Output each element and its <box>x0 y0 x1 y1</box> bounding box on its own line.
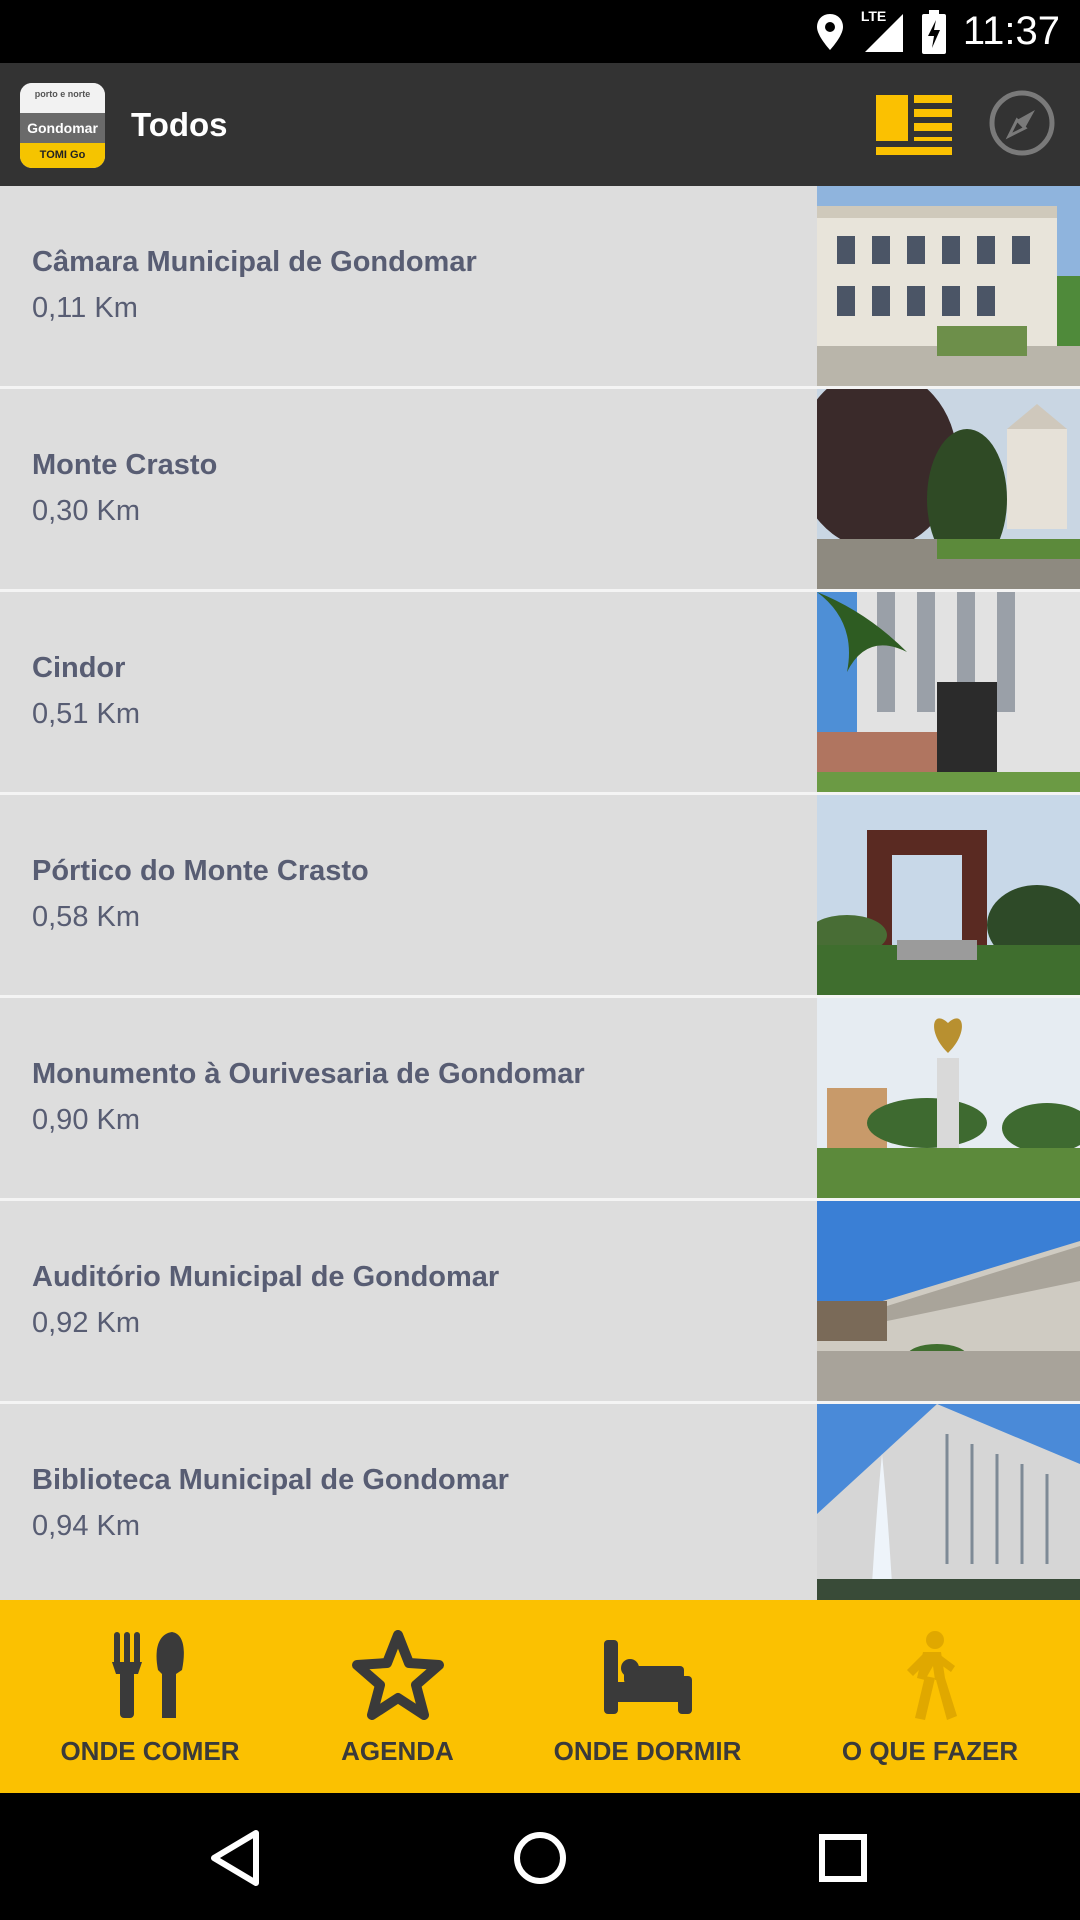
poi-distance: 0,11 Km <box>32 292 138 324</box>
nav-label: ONDE COMER <box>60 1736 240 1766</box>
nav-o-que-fazer[interactable]: O QUE FAZER <box>820 1600 1040 1793</box>
status-bar: LTE 11:37 <box>0 0 1080 63</box>
back-icon <box>211 1830 259 1886</box>
poi-list: Câmara Municipal de Gondomar 0,11 Km Mon… <box>0 186 1080 1600</box>
list-item[interactable]: Biblioteca Municipal de Gondomar 0,94 Km <box>0 1404 1080 1600</box>
list-view-icon <box>876 95 952 155</box>
poi-name: Cindor <box>32 652 126 684</box>
battery-charging-icon <box>921 9 946 54</box>
back-button[interactable] <box>192 1813 282 1903</box>
system-nav-bar <box>0 1793 1080 1920</box>
location-icon <box>816 13 843 50</box>
nav-label: O QUE FAZER <box>841 1736 1019 1766</box>
poi-distance: 0,51 Km <box>32 698 140 730</box>
compass-button[interactable] <box>987 88 1057 158</box>
poi-thumbnail <box>817 1404 1080 1600</box>
list-item[interactable]: Câmara Municipal de Gondomar 0,11 Km <box>0 186 1080 389</box>
poi-distance: 0,94 Km <box>32 1510 140 1542</box>
list-item[interactable]: Pórtico do Monte Crasto 0,58 Km <box>0 795 1080 998</box>
poi-name: Câmara Municipal de Gondomar <box>32 246 477 278</box>
poi-name: Biblioteca Municipal de Gondomar <box>32 1464 509 1496</box>
app-logo: porto e norte Gondomar TOMI Go <box>20 83 105 168</box>
list-item[interactable]: Monte Crasto 0,30 Km <box>0 389 1080 592</box>
network-type: LTE <box>860 7 887 24</box>
nav-label: AGENDA <box>341 1736 454 1766</box>
poi-name: Pórtico do Monte Crasto <box>32 855 369 887</box>
nav-label: ONDE DORMIR <box>553 1736 742 1766</box>
star-icon <box>351 1630 444 1720</box>
walking-person-icon <box>907 1631 957 1720</box>
recents-button[interactable] <box>798 1813 888 1903</box>
poi-distance: 0,92 Km <box>32 1307 140 1339</box>
poi-thumbnail <box>817 592 1080 792</box>
list-item[interactable]: Auditório Municipal de Gondomar 0,92 Km <box>0 1201 1080 1404</box>
recents-icon <box>819 1834 867 1882</box>
poi-thumbnail <box>817 795 1080 995</box>
logo-line3: TOMI Go <box>20 143 105 168</box>
list-item[interactable]: Cindor 0,51 Km <box>0 592 1080 795</box>
app-bar: porto e norte Gondomar TOMI Go Todos <box>0 63 1080 186</box>
logo-line1: porto e norte <box>20 83 105 113</box>
poi-name: Monte Crasto <box>32 449 218 481</box>
poi-distance: 0,30 Km <box>32 495 140 527</box>
bottom-nav: ONDE COMER AGENDA ONDE DORMIR O QUE FAZE… <box>0 1600 1080 1793</box>
logo-line2: Gondomar <box>20 113 105 143</box>
poi-thumbnail <box>817 998 1080 1198</box>
poi-thumbnail <box>817 1201 1080 1401</box>
home-icon <box>514 1832 566 1884</box>
nav-onde-comer[interactable]: ONDE COMER <box>40 1600 260 1793</box>
poi-distance: 0,58 Km <box>32 901 140 933</box>
list-view-button[interactable] <box>876 91 952 157</box>
nav-onde-dormir[interactable]: ONDE DORMIR <box>540 1600 755 1793</box>
home-button[interactable] <box>495 1813 585 1903</box>
nav-agenda[interactable]: AGENDA <box>300 1600 495 1793</box>
bed-icon <box>603 1640 692 1714</box>
poi-thumbnail <box>817 389 1080 589</box>
poi-thumbnail <box>817 186 1080 386</box>
list-item[interactable]: Monumento à Ourivesaria de Gondomar 0,90… <box>0 998 1080 1201</box>
fork-knife-icon <box>112 1632 184 1718</box>
signal-icon: LTE <box>860 7 905 54</box>
status-time: 11:37 <box>962 9 1060 53</box>
poi-distance: 0,90 Km <box>32 1104 140 1136</box>
page-title: Todos <box>131 106 228 143</box>
poi-name: Auditório Municipal de Gondomar <box>32 1261 500 1293</box>
poi-name: Monumento à Ourivesaria de Gondomar <box>32 1058 585 1090</box>
compass-icon <box>989 90 1055 156</box>
